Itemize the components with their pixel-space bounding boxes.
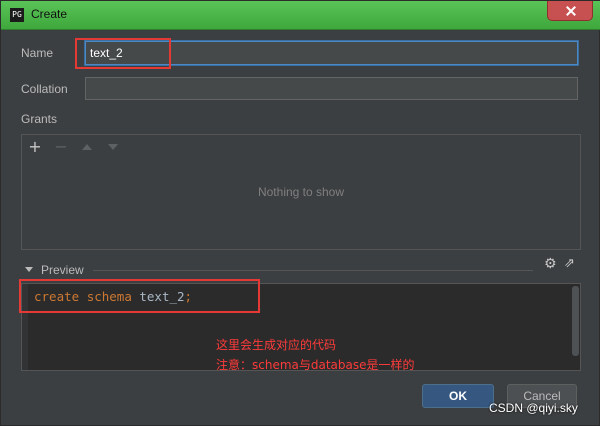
- grants-label: Grants: [21, 112, 58, 126]
- title-bar: PG Create: [1, 1, 600, 30]
- ok-button[interactable]: OK: [422, 384, 494, 408]
- highlight-code: [19, 279, 260, 313]
- annotation-line-2: 注意：schema与database是一样的: [216, 358, 415, 372]
- preview-label[interactable]: Preview: [41, 263, 84, 277]
- annotation-line-1: 这里会生成对应的代码: [216, 338, 337, 352]
- collation-field[interactable]: [85, 77, 578, 100]
- gear-icon[interactable]: ⚙: [544, 257, 558, 271]
- highlight-name: [75, 38, 171, 69]
- plus-icon[interactable]: +: [26, 138, 44, 156]
- popout-icon[interactable]: ⇗: [564, 257, 578, 271]
- chevron-down-icon[interactable]: [25, 267, 33, 272]
- arrow-up-icon[interactable]: [82, 144, 92, 150]
- preview-divider: [93, 270, 533, 271]
- close-button[interactable]: [547, 1, 593, 21]
- window-title: Create: [31, 7, 68, 21]
- editor-scrollbar[interactable]: [572, 286, 579, 356]
- minus-icon[interactable]: −: [52, 138, 70, 156]
- grants-toolbar: + −: [22, 135, 580, 159]
- name-label: Name: [21, 46, 54, 60]
- create-dialog: PG Create Name Collation Grants + − Noth…: [0, 0, 600, 426]
- arrow-down-icon[interactable]: [108, 144, 118, 150]
- grants-empty-text: Nothing to show: [257, 185, 345, 199]
- collation-label: Collation: [21, 82, 68, 96]
- app-icon: PG: [10, 8, 24, 22]
- grants-table: + − Nothing to show: [21, 134, 581, 250]
- watermark: CSDN @qiyi.sky: [489, 401, 578, 415]
